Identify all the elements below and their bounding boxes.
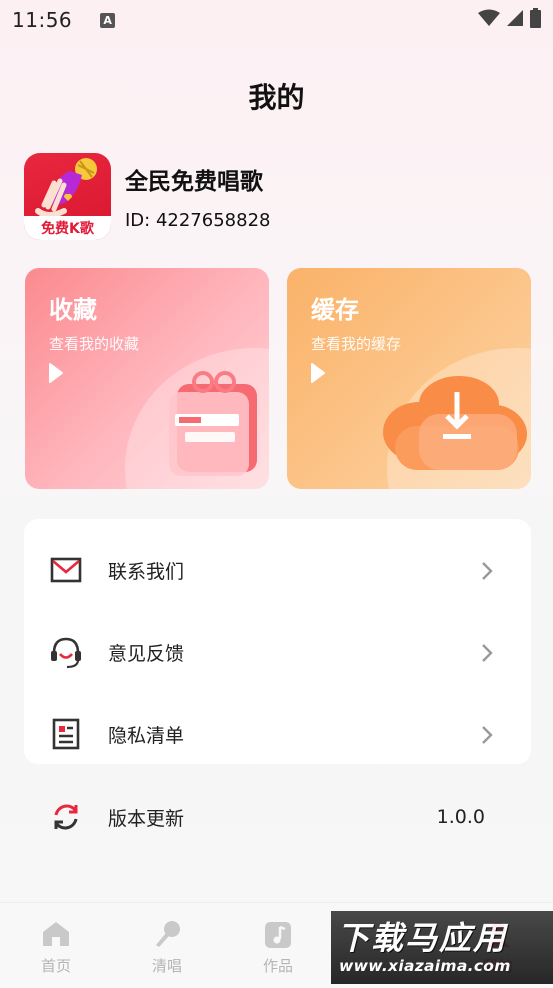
status-time: 11:56: [12, 8, 73, 32]
page-title: 我的: [248, 81, 305, 114]
favorites-card-subtitle: 查看我的收藏: [49, 335, 140, 353]
notification-badge: A: [100, 12, 116, 28]
play-icon: [309, 362, 327, 388]
tab-home[interactable]: 首页: [16, 917, 96, 976]
cache-card-subtitle: 查看我的缓存: [311, 335, 402, 353]
menu-item-update[interactable]: 版本更新 1.0.0: [24, 776, 531, 858]
menu-item-label: 联系我们: [108, 560, 185, 583]
favorites-card-title: 收藏: [49, 296, 97, 324]
wifi-icon: [478, 9, 500, 31]
version-value: 1.0.0: [436, 806, 485, 828]
menu-item-label: 版本更新: [108, 807, 185, 830]
headset-icon: [36, 632, 96, 672]
microphone-hand-icon: [35, 158, 97, 218]
bookmark-icon: [155, 368, 265, 484]
menu-item-contact[interactable]: 联系我们: [24, 529, 531, 611]
cloud-download-icon: [379, 374, 529, 478]
refresh-icon: [36, 797, 96, 837]
cache-card[interactable]: 缓存 查看我的缓存: [287, 268, 531, 489]
battery-icon: [530, 8, 541, 32]
tab-label: 清唱: [151, 957, 182, 975]
profile-name: 全民免费唱歌: [125, 169, 263, 195]
app-logo: 免费K歌: [24, 153, 111, 240]
app-logo-band: 免费K歌: [24, 216, 111, 240]
watermark-title: 下载马应用: [337, 919, 508, 957]
microphone-icon: [127, 917, 207, 951]
menu-item-feedback[interactable]: 意见反馈: [24, 611, 531, 693]
mail-icon: [36, 550, 96, 590]
menu-item-label: 隐私清单: [108, 724, 185, 747]
status-bar: 11:56 A: [0, 0, 553, 40]
tab-label: 作品: [262, 957, 293, 975]
profile-header: 免费K歌 全民免费唱歌 ID: 4227658828: [24, 153, 270, 240]
menu-item-privacy[interactable]: 隐私清单: [24, 693, 531, 775]
watermark: 下载马应用 www.xiazaima.com: [331, 911, 553, 984]
favorites-card[interactable]: 收藏 查看我的收藏: [25, 268, 269, 489]
profile-info: 全民免费唱歌 ID: 4227658828: [125, 162, 270, 231]
music-note-icon: [238, 917, 318, 951]
menu-item-label: 意见反馈: [108, 642, 185, 665]
tab-label: 首页: [40, 957, 71, 975]
profile-id: ID: 4227658828: [125, 210, 271, 231]
status-icons: [478, 8, 541, 32]
cache-card-title: 缓存: [311, 296, 359, 324]
signal-icon: [506, 9, 524, 31]
chevron-right-icon: [481, 643, 493, 667]
app-logo-text: 免费K歌: [41, 221, 94, 237]
home-icon: [16, 917, 96, 951]
chevron-right-icon: [481, 561, 493, 585]
watermark-url: www.xiazaima.com: [339, 957, 511, 975]
document-list-icon: [36, 714, 96, 754]
tab-works[interactable]: 作品: [238, 917, 318, 976]
play-icon: [47, 362, 65, 388]
chevron-right-icon: [481, 725, 493, 749]
tab-acapella[interactable]: 清唱: [127, 917, 207, 976]
